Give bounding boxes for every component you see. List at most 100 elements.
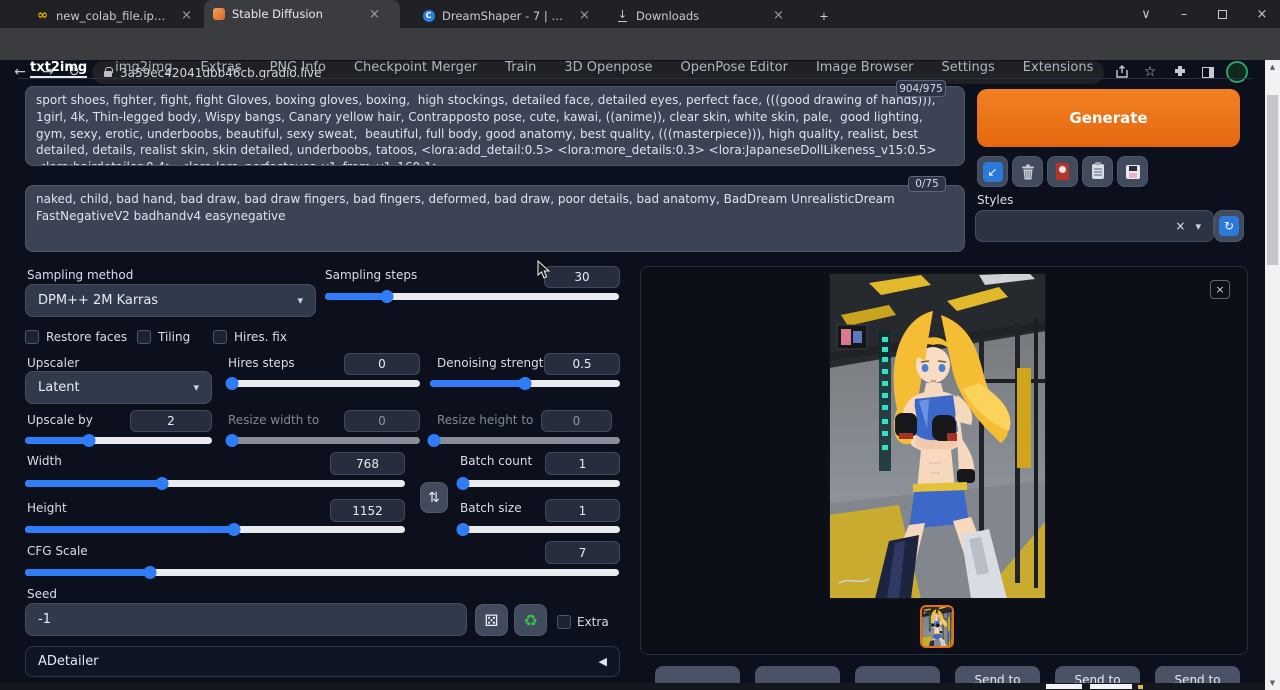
browser-tab-stable-diffusion[interactable]: Stable Diffusion ×: [204, 0, 400, 28]
batch-count-slider[interactable]: [460, 477, 620, 490]
slider-handle[interactable]: [457, 477, 470, 490]
batch-count-value[interactable]: [545, 452, 620, 475]
batch-count-input[interactable]: [545, 452, 620, 475]
scroll-up-arrow[interactable]: ▲: [1265, 60, 1280, 74]
tiling-checkbox[interactable]: [137, 330, 151, 344]
bottom-clipped-strip: [0, 683, 1265, 690]
cfg-scale-value[interactable]: [545, 541, 620, 564]
save-style-button[interactable]: [1117, 156, 1148, 187]
hires-steps-value[interactable]: [344, 353, 420, 375]
tiling-label: Tiling: [158, 330, 190, 344]
swap-dimensions-button[interactable]: ⇅: [420, 482, 448, 513]
sampling-steps-input[interactable]: [544, 266, 620, 288]
denoising-slider[interactable]: [430, 377, 620, 390]
tab-extras[interactable]: Extras: [201, 60, 242, 78]
browser-tab-downloads[interactable]: ↓ Downloads ×: [608, 3, 794, 28]
page-scrollbar[interactable]: ▲ ▼: [1265, 60, 1280, 690]
tab-image-browser[interactable]: Image Browser: [816, 60, 914, 78]
tab-openpose-editor[interactable]: OpenPose Editor: [681, 60, 788, 78]
refresh-styles-button[interactable]: ↻: [1214, 210, 1244, 242]
tab-checkpoint-merger[interactable]: Checkpoint Merger: [354, 60, 477, 78]
close-image-button[interactable]: ×: [1210, 280, 1230, 299]
extra-seed-checkbox[interactable]: [557, 615, 571, 629]
width-slider[interactable]: [25, 477, 405, 490]
browser-tab-dreamshaper[interactable]: C DreamShaper - 7 | Stable Diffusio ×: [414, 3, 600, 28]
upscale-by-input[interactable]: [130, 410, 212, 432]
tab-png-info[interactable]: PNG Info: [270, 60, 326, 78]
slider-handle[interactable]: [519, 377, 532, 390]
height-input[interactable]: [330, 499, 405, 522]
reuse-seed-button[interactable]: ♻: [514, 604, 547, 636]
negative-prompt-input[interactable]: naked, child, bad hand, bad draw, bad dr…: [25, 185, 965, 252]
extra-networks-button[interactable]: [1047, 156, 1078, 187]
seed-field[interactable]: -1: [25, 603, 467, 636]
height-value[interactable]: [330, 499, 405, 522]
upscale-by-value[interactable]: [130, 410, 212, 432]
slider-handle[interactable]: [228, 523, 241, 536]
hires-steps-slider[interactable]: [228, 377, 420, 390]
slider-handle[interactable]: [380, 290, 393, 303]
prompt-input[interactable]: sport shoes, fighter, fight, fight Glove…: [25, 86, 965, 166]
browser-tab-colab[interactable]: ∞ new_colab_file.ipynb - Colaborat ×: [28, 3, 200, 28]
slider-handle[interactable]: [225, 377, 238, 390]
sampling-method-select[interactable]: DPM++ 2M Karras ▾: [25, 284, 316, 317]
slider-handle[interactable]: [155, 477, 168, 490]
apply-styles-button[interactable]: [1082, 156, 1113, 187]
batch-size-value[interactable]: [545, 499, 620, 522]
slider-handle[interactable]: [457, 523, 470, 536]
seed-label: Seed: [27, 587, 57, 601]
generate-button[interactable]: Generate: [977, 89, 1240, 147]
clear-styles-icon[interactable]: ×: [1175, 219, 1185, 233]
paste-params-button[interactable]: ↙: [977, 156, 1008, 187]
sampling-steps-slider[interactable]: [325, 290, 619, 303]
cfg-scale-input[interactable]: [545, 541, 620, 564]
hires-fix-checkbox[interactable]: [213, 330, 227, 344]
upscale-by-slider[interactable]: [25, 434, 212, 447]
tab-extensions[interactable]: Extensions: [1023, 60, 1094, 78]
maximize-button[interactable]: [1204, 0, 1240, 28]
scroll-down-arrow[interactable]: ▼: [1265, 676, 1280, 690]
scrollbar-thumb[interactable]: [1267, 95, 1278, 265]
clipped-overlay-text: [1046, 684, 1082, 689]
tab-img2img[interactable]: img2img: [115, 60, 172, 78]
close-tab-icon[interactable]: ×: [181, 8, 192, 23]
close-tab-icon[interactable]: ×: [773, 8, 784, 23]
close-window-button[interactable]: ×: [1244, 0, 1280, 28]
generated-image[interactable]: [829, 273, 1046, 599]
tab-txt2img[interactable]: txt2img: [30, 60, 87, 78]
slider-handle[interactable]: [82, 434, 95, 447]
tab-settings[interactable]: Settings: [941, 60, 994, 78]
browser-tab-title: Stable Diffusion: [232, 7, 360, 21]
random-seed-button[interactable]: ⚄: [475, 604, 508, 636]
denoising-value[interactable]: [544, 353, 620, 375]
close-tab-icon[interactable]: ×: [579, 8, 590, 23]
card-icon: [1056, 163, 1069, 180]
hires-steps-input[interactable]: [344, 353, 420, 375]
chevron-down-icon: ∨: [1141, 7, 1151, 22]
minimize-button[interactable]: –: [1166, 0, 1202, 28]
batch-size-slider[interactable]: [460, 523, 620, 536]
styles-label: Styles: [977, 193, 1013, 207]
upscaler-select[interactable]: Latent ▾: [25, 371, 212, 404]
width-input[interactable]: [330, 452, 405, 475]
height-slider[interactable]: [25, 523, 405, 536]
styles-select[interactable]: × ▾: [975, 210, 1214, 242]
close-tab-icon[interactable]: ×: [369, 7, 380, 22]
recycle-icon: ♻: [523, 611, 537, 630]
new-tab-button[interactable]: +: [810, 3, 838, 28]
tab-search-button[interactable]: ∨: [1128, 0, 1164, 28]
denoising-input[interactable]: [544, 353, 620, 375]
sampling-steps-value[interactable]: [544, 266, 620, 288]
gallery-thumbnail[interactable]: [920, 605, 954, 648]
clear-prompt-button[interactable]: [1012, 156, 1043, 187]
cfg-scale-slider[interactable]: [25, 566, 619, 579]
adetailer-accordion[interactable]: ADetailer ◀: [25, 646, 620, 677]
upscaler-value: Latent: [38, 380, 80, 395]
tab-train[interactable]: Train: [505, 60, 536, 78]
slider-handle[interactable]: [143, 566, 156, 579]
width-value[interactable]: [330, 452, 405, 475]
restore-faces-checkbox[interactable]: [25, 330, 39, 344]
download-icon: ↓: [616, 9, 629, 22]
batch-size-input[interactable]: [545, 499, 620, 522]
tab-3d-openpose[interactable]: 3D Openpose: [564, 60, 652, 78]
